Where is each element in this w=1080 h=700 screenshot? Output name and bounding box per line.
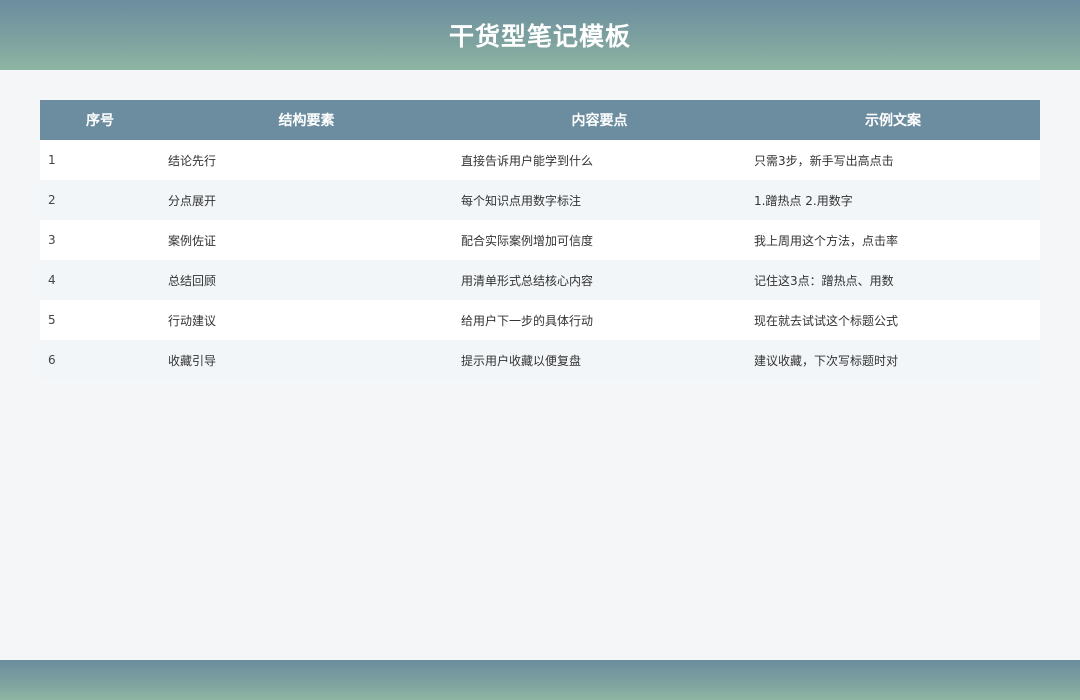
row-example: 只需3步，新手写出高点击 <box>754 153 894 168</box>
row-number: 4 <box>48 273 56 287</box>
table-row: 1 结论先行 直接告诉用户能学到什么 只需3步，新手写出高点击 <box>40 140 1040 180</box>
row-point: 用清单形式总结核心内容 <box>461 273 594 288</box>
table-header-row: 序号 结构要素 内容要点 示例文案 <box>40 100 1040 140</box>
row-number: 2 <box>48 193 56 207</box>
row-example: 记住这3点：蹭热点、用数 <box>754 273 894 288</box>
table-row: 4 总结回顾 用清单形式总结核心内容 记住这3点：蹭热点、用数 <box>40 260 1040 300</box>
header-banner: 干货型笔记模板 <box>0 0 1080 70</box>
column-header-no: 序号 <box>86 113 114 129</box>
row-point: 给用户下一步的具体行动 <box>461 313 594 328</box>
row-example: 1.蹭热点 2.用数字 <box>754 193 853 208</box>
template-table-container: 序号 结构要素 内容要点 示例文案 1 结论先行 直接告诉用户能学到什么 只需3… <box>40 100 1040 380</box>
row-number: 1 <box>48 153 56 167</box>
table-row: 3 案例佐证 配合实际案例增加可信度 我上周用这个方法，点击率 <box>40 220 1040 260</box>
row-element: 分点展开 <box>168 193 217 208</box>
row-point: 配合实际案例增加可信度 <box>461 233 594 248</box>
row-example: 建议收藏，下次写标题时对 <box>754 353 899 368</box>
row-element: 收藏引导 <box>168 353 217 368</box>
column-header-element: 结构要素 <box>278 113 335 129</box>
column-header-point: 内容要点 <box>571 113 628 129</box>
template-table: 序号 结构要素 内容要点 示例文案 1 结论先行 直接告诉用户能学到什么 只需3… <box>40 100 1040 380</box>
table-row: 2 分点展开 每个知识点用数字标注 1.蹭热点 2.用数字 <box>40 180 1040 220</box>
row-example: 现在就去试试这个标题公式 <box>754 313 899 328</box>
row-example: 我上周用这个方法，点击率 <box>754 233 899 248</box>
row-point: 提示用户收藏以便复盘 <box>461 353 582 368</box>
row-number: 6 <box>48 353 56 367</box>
column-header-example: 示例文案 <box>865 113 921 129</box>
table-row: 6 收藏引导 提示用户收藏以便复盘 建议收藏，下次写标题时对 <box>40 340 1040 380</box>
page-title: 干货型笔记模板 <box>448 22 631 51</box>
row-number: 5 <box>48 313 56 327</box>
footer-banner <box>0 660 1080 700</box>
table-row: 5 行动建议 给用户下一步的具体行动 现在就去试试这个标题公式 <box>40 300 1040 340</box>
row-point: 每个知识点用数字标注 <box>461 193 582 208</box>
row-element: 结论先行 <box>168 153 217 168</box>
row-element: 案例佐证 <box>168 233 217 248</box>
row-number: 3 <box>48 233 56 247</box>
row-element: 总结回顾 <box>168 273 217 288</box>
row-element: 行动建议 <box>168 313 217 328</box>
row-point: 直接告诉用户能学到什么 <box>461 153 594 168</box>
